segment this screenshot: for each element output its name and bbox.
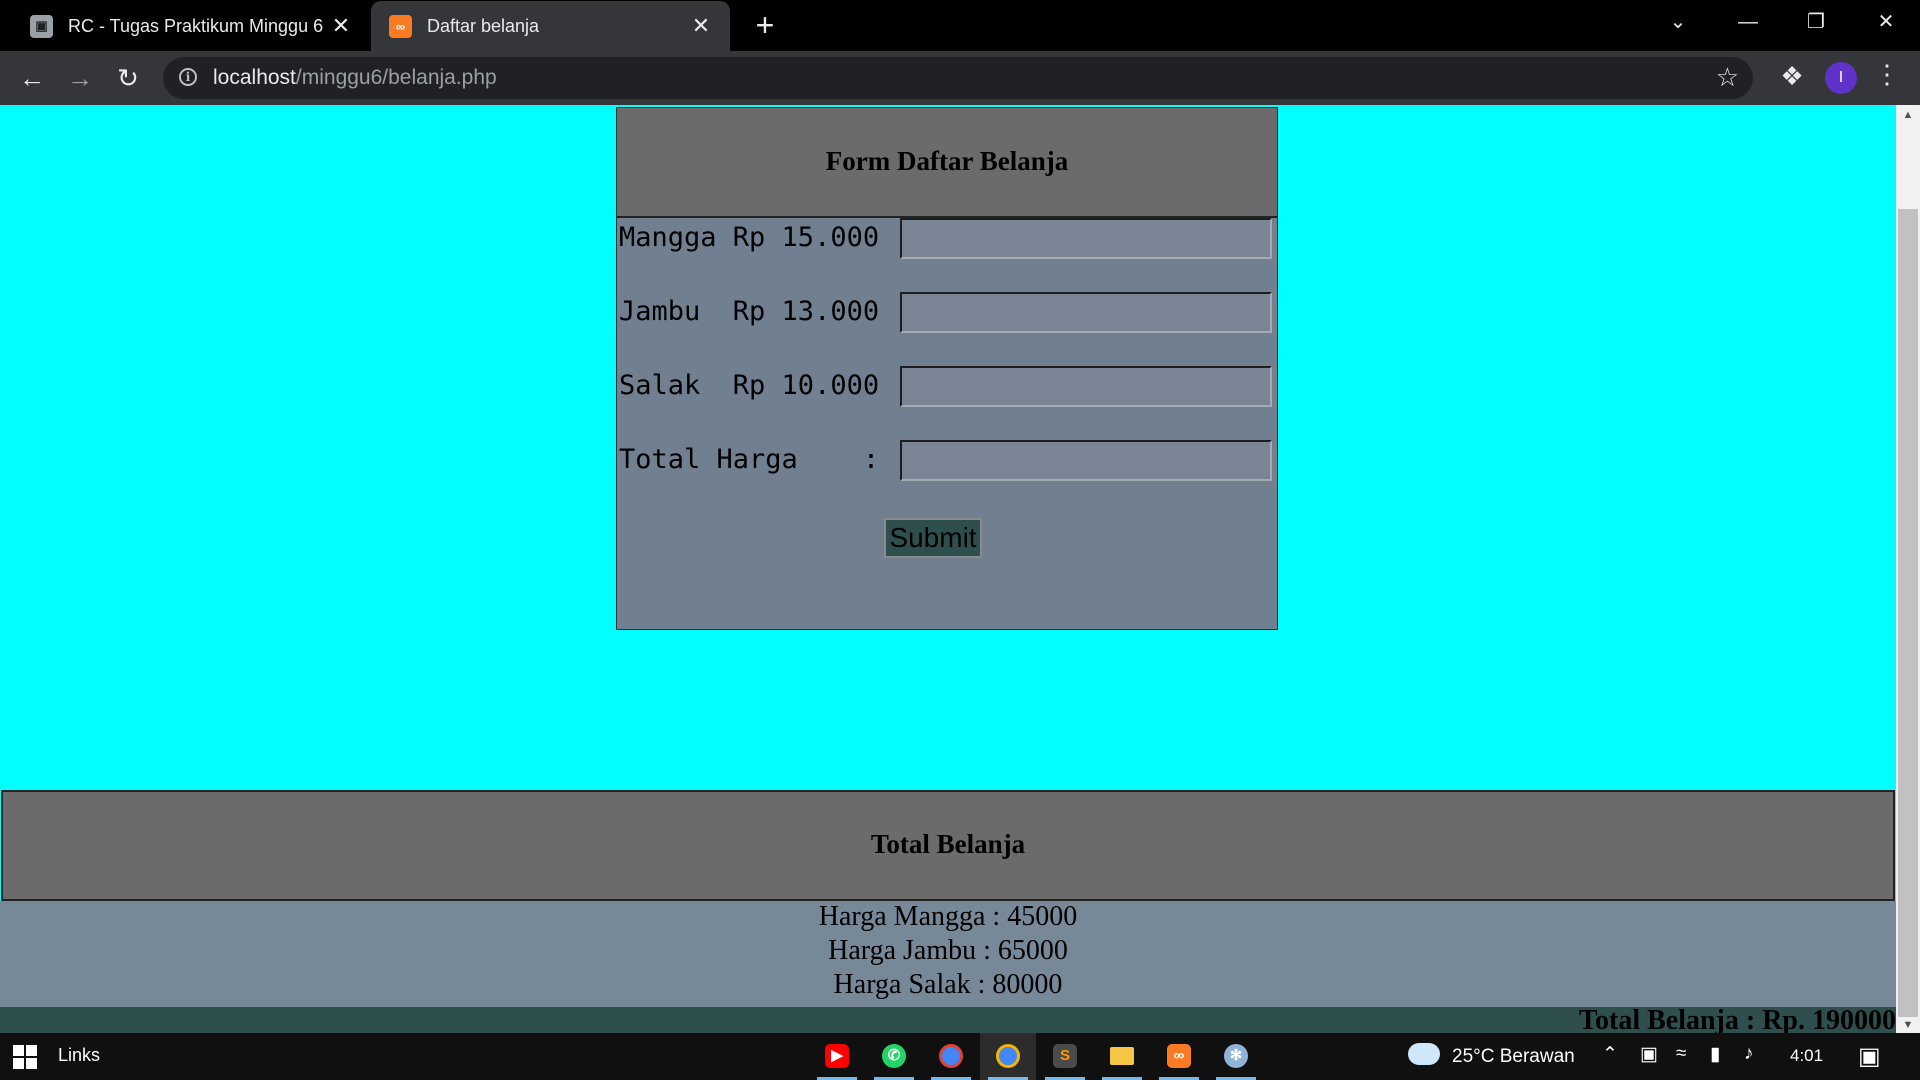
tab-daftar-belanja[interactable]: ∞ Daftar belanja ✕: [371, 1, 730, 51]
new-tab-button[interactable]: +: [748, 8, 782, 42]
scrollbar-thumb[interactable]: [1898, 209, 1918, 1017]
taskbar-xampp[interactable]: ∞: [1151, 1033, 1207, 1080]
url-text[interactable]: localhost/minggu6/belanja.php: [213, 66, 497, 90]
taskbar-file-explorer[interactable]: [1094, 1033, 1150, 1080]
url-path: /minggu6/belanja.php: [295, 66, 497, 89]
form-header: Form Daftar Belanja: [617, 108, 1277, 218]
xampp-icon: ∞: [389, 14, 412, 38]
results-panel: Harga Mangga : 45000 Harga Jambu : 65000…: [0, 901, 1896, 1007]
scroll-up-icon[interactable]: ▲: [1896, 109, 1920, 121]
cloud-icon[interactable]: [1408, 1043, 1440, 1065]
row-label: Total Harga :: [619, 444, 880, 475]
window-close-button[interactable]: ✕: [1856, 0, 1916, 44]
tab-strip: ▣ RC - Tugas Praktikum Minggu 6 ✕ ∞ Daft…: [0, 0, 1920, 51]
meet-now-icon[interactable]: ▣: [1640, 1043, 1658, 1066]
battery-icon[interactable]: ▮: [1710, 1043, 1720, 1066]
result-jambu: Harga Jambu : 65000: [828, 935, 1068, 966]
info-icon[interactable]: i: [179, 68, 197, 86]
menu-icon[interactable]: ⋮: [1874, 59, 1900, 90]
tab-classroom[interactable]: ▣ RC - Tugas Praktikum Minggu 6 ✕: [0, 1, 370, 51]
salak-input[interactable]: [900, 366, 1272, 407]
xampp-icon: ∞: [1167, 1044, 1191, 1068]
taskbar-paint[interactable]: ✻: [1208, 1033, 1264, 1080]
form-row-total-harga: Total Harga :: [619, 440, 1275, 482]
profile-avatar[interactable]: I: [1825, 62, 1857, 94]
taskbar-youtube[interactable]: ▶: [809, 1033, 865, 1080]
notification-icon[interactable]: ▣: [1858, 1042, 1881, 1071]
form-row-salak: Salak Rp 10.000: [619, 366, 1275, 408]
extensions-icon[interactable]: ❖: [1775, 61, 1809, 92]
volume-icon[interactable]: ♪: [1744, 1043, 1754, 1065]
wifi-icon[interactable]: ≈: [1676, 1043, 1686, 1065]
row-label: Salak Rp 10.000: [619, 370, 880, 401]
grand-total-bar: Total Belanja : Rp. 190000: [0, 1005, 1896, 1033]
result-mangga: Harga Mangga : 45000: [818, 901, 1078, 932]
taskbar-chrome[interactable]: [923, 1033, 979, 1080]
page-viewport: Form Daftar Belanja Mangga Rp 15.000 Jam…: [0, 105, 1896, 1033]
tab-title: Daftar belanja: [427, 15, 540, 36]
forward-button[interactable]: →: [62, 60, 98, 96]
form-row-jambu: Jambu Rp 13.000: [619, 292, 1275, 334]
bookmark-star-icon[interactable]: ☆: [1716, 62, 1739, 93]
submit-button[interactable]: Submit: [884, 518, 982, 558]
result-salak: Harga Salak : 80000: [833, 969, 1063, 1000]
windows-start-icon[interactable]: [13, 1045, 37, 1069]
browser-toolbar: ← → ↻ i localhost/minggu6/belanja.php ☆ …: [0, 51, 1920, 105]
restore-button[interactable]: ❐: [1786, 0, 1846, 44]
chrome-icon: [996, 1044, 1020, 1068]
jambu-input[interactable]: [900, 292, 1272, 333]
weather-text[interactable]: 25°C Berawan: [1452, 1046, 1575, 1068]
row-label: Mangga Rp 15.000: [619, 222, 880, 253]
url-host: localhost: [213, 66, 296, 89]
youtube-icon: ▶: [825, 1044, 849, 1068]
shopping-form: Form Daftar Belanja Mangga Rp 15.000 Jam…: [616, 107, 1278, 630]
form-row-mangga: Mangga Rp 15.000: [619, 218, 1275, 260]
whatsapp-icon: ✆: [882, 1044, 906, 1068]
row-label: Jambu Rp 13.000: [619, 296, 880, 327]
close-icon[interactable]: ✕: [326, 13, 356, 39]
taskbar-sublime[interactable]: S: [1037, 1033, 1093, 1080]
total-title: Total Belanja: [870, 829, 1026, 859]
tab-search-icon[interactable]: ⌄: [1648, 0, 1708, 44]
grand-total-text: Total Belanja : Rp. 190000: [1578, 1005, 1896, 1033]
vertical-scrollbar[interactable]: ▲ ▼: [1896, 105, 1920, 1033]
scroll-down-icon[interactable]: ▼: [1896, 1019, 1920, 1031]
total-harga-input[interactable]: [900, 440, 1272, 481]
form-title: Form Daftar Belanja: [825, 146, 1069, 176]
folder-icon: [1110, 1047, 1134, 1065]
paint-icon: ✻: [1224, 1044, 1248, 1068]
links-toolbar[interactable]: Links: [58, 1045, 100, 1066]
minimize-button[interactable]: —: [1718, 0, 1778, 44]
clock[interactable]: 4:01: [1790, 1046, 1823, 1066]
mangga-input[interactable]: [900, 218, 1272, 259]
address-bar[interactable]: i localhost/minggu6/belanja.php ☆: [163, 57, 1753, 99]
total-header: Total Belanja: [1, 790, 1895, 901]
sublime-text-icon: S: [1053, 1044, 1077, 1068]
close-icon[interactable]: ✕: [686, 13, 716, 39]
taskbar: Links ▶ ✆ S ∞ ✻ 25°C Berawan ⌃ ▣ ≈ ▮ ♪ 4…: [0, 1033, 1920, 1080]
reload-button[interactable]: ↻: [110, 60, 146, 96]
classroom-icon: ▣: [30, 14, 53, 38]
chevron-up-icon[interactable]: ⌃: [1602, 1043, 1618, 1066]
chrome-icon: [939, 1044, 963, 1068]
back-button[interactable]: ←: [14, 60, 50, 96]
taskbar-chrome-active[interactable]: [980, 1033, 1036, 1080]
taskbar-whatsapp[interactable]: ✆: [866, 1033, 922, 1080]
tab-title: RC - Tugas Praktikum Minggu 6: [68, 15, 324, 36]
